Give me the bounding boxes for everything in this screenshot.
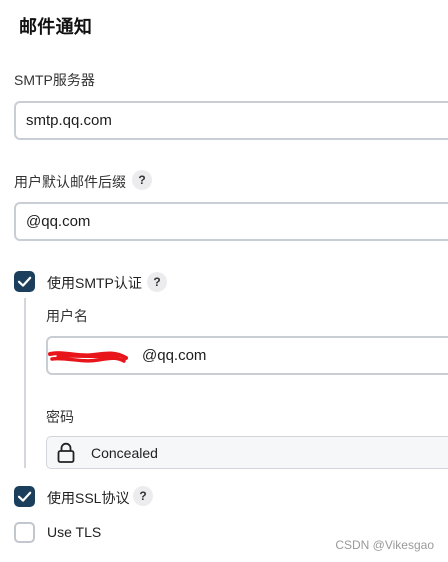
email-suffix-label: 用户默认邮件后缀 [14, 174, 126, 190]
use-tls-checkbox[interactable] [14, 522, 35, 543]
email-suffix-help-button[interactable]: ? [132, 170, 152, 190]
auth-section-indent-bar [24, 298, 26, 468]
email-suffix-input[interactable] [14, 202, 448, 241]
username-visible-suffix: @qq.com [142, 347, 207, 364]
section-title: 邮件通知 [19, 17, 93, 37]
smtp-auth-label: 使用SMTP认证 [47, 275, 142, 291]
csdn-watermark: CSDN @Vikesgao [335, 538, 434, 552]
checkmark-icon [17, 491, 32, 502]
username-label: 用户名 [46, 308, 88, 324]
password-concealed-field[interactable]: Concealed [46, 436, 448, 469]
use-ssl-checkbox[interactable] [14, 486, 35, 507]
checkmark-icon [17, 276, 32, 287]
lock-icon [57, 442, 75, 463]
smtp-auth-help-button[interactable]: ? [147, 272, 167, 292]
redaction-mark [48, 351, 128, 363]
smtp-server-label: SMTP服务器 [14, 72, 95, 88]
use-tls-label: Use TLS [47, 524, 102, 540]
smtp-server-input[interactable] [14, 101, 448, 140]
use-ssl-label: 使用SSL协议 [47, 490, 130, 506]
smtp-auth-checkbox[interactable] [14, 271, 35, 292]
password-label: 密码 [46, 409, 74, 425]
use-ssl-help-button[interactable]: ? [133, 486, 153, 506]
password-concealed-text: Concealed [91, 445, 158, 461]
